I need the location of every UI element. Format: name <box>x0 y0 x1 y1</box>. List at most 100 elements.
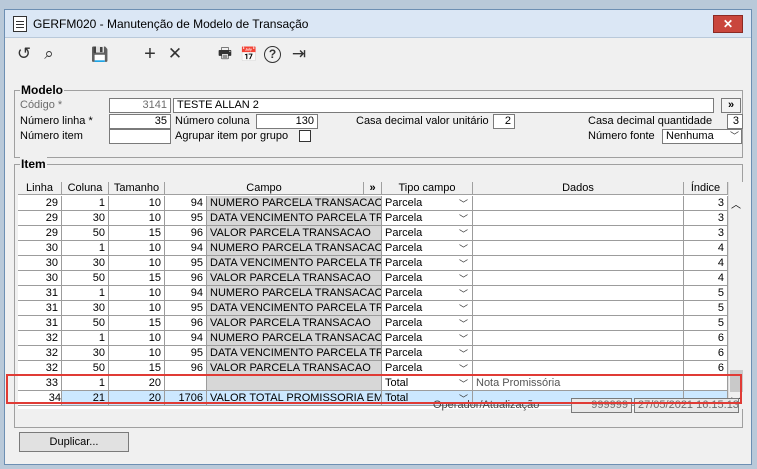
cell-tamanho[interactable]: 10 <box>109 331 165 346</box>
cell-tipo[interactable]: Parcela ﹀ <box>382 241 473 256</box>
cell-linha[interactable]: 30 <box>18 241 62 256</box>
duplicar-button[interactable]: Duplicar... <box>19 432 129 452</box>
chevron-down-icon[interactable]: ﹀ <box>459 257 468 270</box>
cell-code[interactable]: 95 <box>165 346 207 361</box>
cell-code[interactable]: 94 <box>165 196 207 211</box>
cell-campo[interactable]: NUMERO PARCELA TRANSACAO <box>207 196 382 211</box>
cell-tipo[interactable]: Parcela ﹀ <box>382 286 473 301</box>
cell-campo[interactable]: DATA VENCIMENTO PARCELA TRAN <box>207 211 382 226</box>
cell-campo[interactable]: VALOR PARCELA TRANSACAO <box>207 271 382 286</box>
cell-tipo[interactable]: Parcela ﹀ <box>382 226 473 241</box>
cell-code[interactable]: 96 <box>165 271 207 286</box>
cell-coluna[interactable]: 50 <box>62 226 109 241</box>
cell-linha[interactable]: 29 <box>18 226 62 241</box>
cell-campo[interactable]: NUMERO PARCELA TRANSACAO <box>207 241 382 256</box>
chevron-down-icon[interactable]: ﹀ <box>459 197 468 210</box>
help-icon[interactable]: ? <box>264 46 281 63</box>
cell-dados[interactable] <box>473 256 684 271</box>
cell-dados[interactable] <box>473 346 684 361</box>
cell-coluna[interactable]: 1 <box>62 196 109 211</box>
cell-linha[interactable]: 31 <box>18 316 62 331</box>
numero-linha-field[interactable]: 35 <box>109 114 171 129</box>
cell-campo[interactable]: VALOR PARCELA TRANSACAO <box>207 226 382 241</box>
cell-tamanho[interactable]: 15 <box>109 271 165 286</box>
cell-dados[interactable] <box>473 301 684 316</box>
numero-coluna-field[interactable]: 130 <box>256 114 318 129</box>
cell-tipo[interactable]: Parcela ﹀ <box>382 346 473 361</box>
cell-dados[interactable] <box>473 286 684 301</box>
cell-code[interactable]: 95 <box>165 256 207 271</box>
cell-tipo[interactable]: Parcela ﹀ <box>382 316 473 331</box>
cell-indice[interactable]: 5 <box>684 301 728 316</box>
col-header-coluna[interactable]: Coluna <box>62 182 109 195</box>
cell-linha[interactable]: 32 <box>18 331 62 346</box>
cell-linha[interactable]: 31 <box>18 286 62 301</box>
cell-code[interactable]: 94 <box>165 286 207 301</box>
cell-coluna[interactable]: 30 <box>62 346 109 361</box>
cell-campo[interactable]: DATA VENCIMENTO PARCELA TRAN <box>207 346 382 361</box>
cell-campo[interactable]: DATA VENCIMENTO PARCELA TRAN <box>207 301 382 316</box>
chevron-down-icon[interactable]: ﹀ <box>459 332 468 345</box>
casa-decimal-valor-field[interactable]: 2 <box>493 114 515 129</box>
scroll-up-icon[interactable]: ︿ <box>731 196 741 211</box>
numero-fonte-select[interactable]: Nenhuma ﹀ <box>662 129 742 144</box>
cell-dados[interactable] <box>473 226 684 241</box>
col-header-linha[interactable]: Linha <box>18 182 62 195</box>
delete-icon[interactable]: ✕ <box>164 43 186 65</box>
cell-dados[interactable] <box>473 196 684 211</box>
exit-icon[interactable]: ⇥ <box>288 43 310 65</box>
chevron-down-icon[interactable]: ﹀ <box>459 272 468 285</box>
cell-coluna[interactable]: 1 <box>62 241 109 256</box>
cell-indice[interactable]: 4 <box>684 256 728 271</box>
casa-decimal-qtd-field[interactable]: 3 <box>727 114 743 129</box>
chevron-down-icon[interactable]: ﹀ <box>459 212 468 225</box>
cell-tipo[interactable]: Parcela ﹀ <box>382 196 473 211</box>
modelo-expand-button[interactable]: » <box>721 98 741 113</box>
cell-code[interactable]: 94 <box>165 331 207 346</box>
numero-item-field[interactable] <box>109 129 171 144</box>
cell-tipo[interactable]: Parcela ﹀ <box>382 331 473 346</box>
chevron-down-icon[interactable]: ﹀ <box>459 302 468 315</box>
cell-linha[interactable]: 30 <box>18 256 62 271</box>
cell-tipo[interactable]: Parcela ﹀ <box>382 256 473 271</box>
cell-code[interactable]: 96 <box>165 226 207 241</box>
col-header-campo[interactable]: Campo <box>165 182 364 195</box>
cell-coluna[interactable]: 50 <box>62 316 109 331</box>
cell-coluna[interactable]: 30 <box>62 211 109 226</box>
cell-indice[interactable]: 3 <box>684 226 728 241</box>
close-button[interactable]: ✕ <box>713 15 743 33</box>
agrupar-checkbox[interactable] <box>299 130 311 142</box>
search-icon[interactable]: ⌕ <box>38 43 60 65</box>
cell-indice[interactable]: 6 <box>684 346 728 361</box>
cell-tamanho[interactable]: 10 <box>109 286 165 301</box>
cell-tipo[interactable]: Parcela ﹀ <box>382 301 473 316</box>
col-header-tipo-campo[interactable]: Tipo campo <box>382 182 473 195</box>
cell-tamanho[interactable]: 15 <box>109 226 165 241</box>
cell-coluna[interactable]: 30 <box>62 256 109 271</box>
chevron-down-icon[interactable]: ﹀ <box>459 347 468 360</box>
cell-dados[interactable] <box>473 331 684 346</box>
cell-code[interactable]: 96 <box>165 316 207 331</box>
cell-indice[interactable]: 3 <box>684 211 728 226</box>
calendar-icon[interactable]: 📅 <box>238 43 260 65</box>
cell-linha[interactable]: 30 <box>18 271 62 286</box>
cell-dados[interactable] <box>473 241 684 256</box>
save-icon[interactable]: 💾 <box>89 43 111 65</box>
cell-coluna[interactable]: 1 <box>62 331 109 346</box>
cell-tipo[interactable]: Parcela ﹀ <box>382 271 473 286</box>
cell-indice[interactable]: 5 <box>684 316 728 331</box>
cell-indice[interactable]: 6 <box>684 331 728 346</box>
cell-linha[interactable]: 29 <box>18 211 62 226</box>
cell-code[interactable]: 95 <box>165 211 207 226</box>
cell-tamanho[interactable]: 15 <box>109 316 165 331</box>
col-header-indice[interactable]: Índice <box>684 182 728 195</box>
cell-code[interactable]: 95 <box>165 301 207 316</box>
cell-indice[interactable]: 4 <box>684 241 728 256</box>
cell-coluna[interactable]: 50 <box>62 271 109 286</box>
cell-code[interactable]: 94 <box>165 241 207 256</box>
cell-campo[interactable]: NUMERO PARCELA TRANSACAO <box>207 286 382 301</box>
cell-linha[interactable]: 29 <box>18 196 62 211</box>
chevron-down-icon[interactable]: ﹀ <box>459 242 468 255</box>
cell-campo[interactable]: NUMERO PARCELA TRANSACAO <box>207 331 382 346</box>
chevron-down-icon[interactable]: ﹀ <box>459 287 468 300</box>
